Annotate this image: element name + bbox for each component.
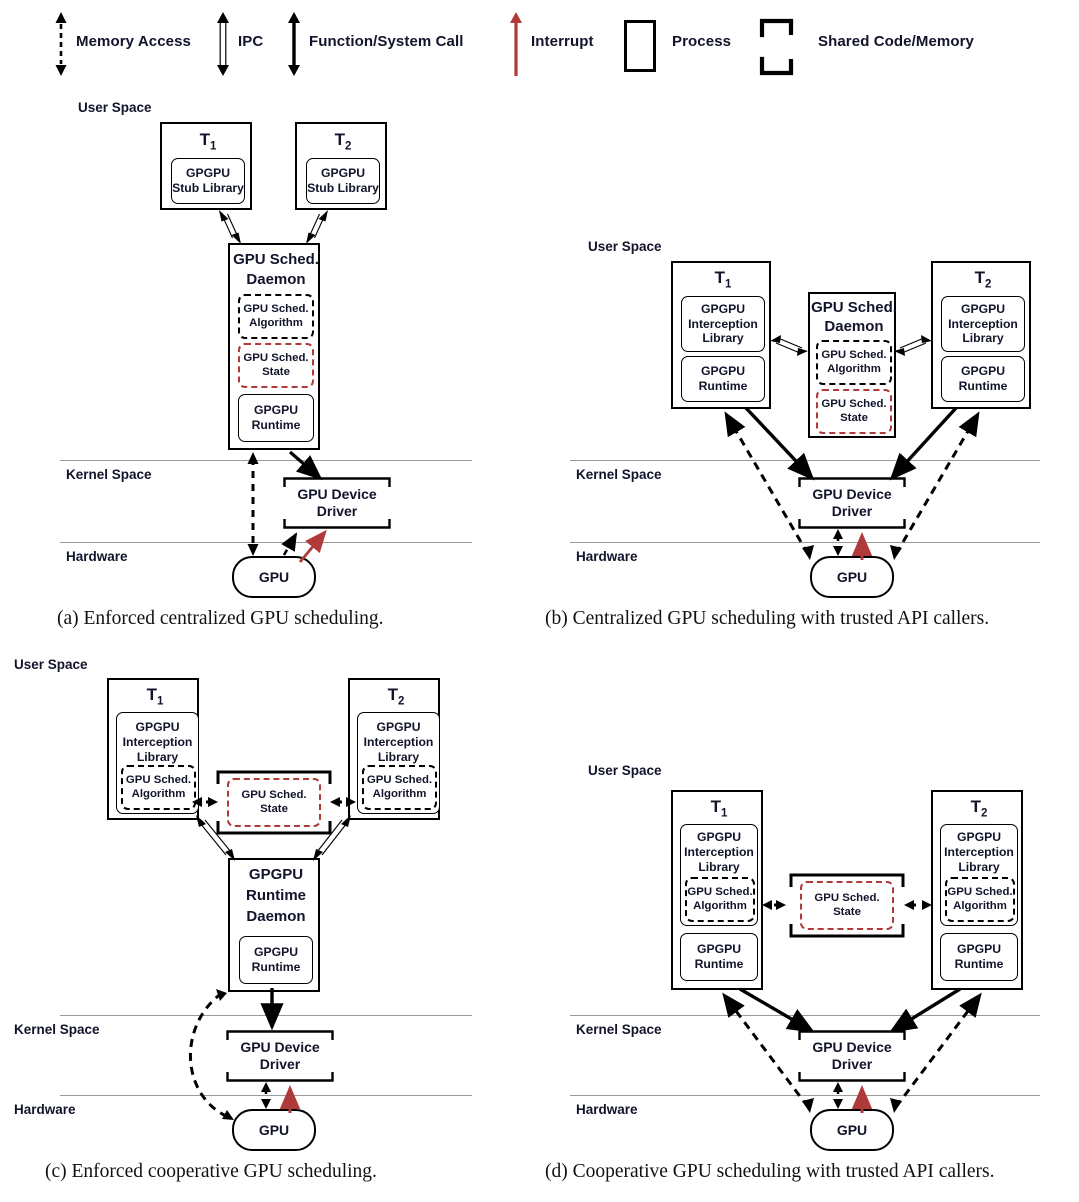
caption-d: (d) Cooperative GPU scheduling with trus…	[545, 1161, 995, 1182]
connection-arrows-b	[724, 335, 980, 560]
connection-arrows-c	[189, 797, 356, 1120]
driver-line-1-b: GPU Device	[812, 486, 892, 503]
legend: Memory Access IPC Function/System Call I…	[0, 0, 1079, 92]
driver-line-1-d: GPU Device	[812, 1039, 892, 1056]
dashed-double-arrow-icon	[55, 12, 67, 76]
figure-b: User Space T1 GPGPU Interception Library…	[540, 92, 1079, 637]
solid-rect-icon	[624, 20, 656, 72]
legend-label-function-system-call: Function/System Call	[309, 33, 464, 50]
solid-double-arrow-icon	[288, 12, 300, 76]
legend-label-process: Process	[672, 33, 732, 50]
legend-label-ipc: IPC	[238, 33, 264, 50]
connection-arrows-a	[247, 450, 327, 563]
legend-label-memory-access: Memory Access	[76, 33, 191, 50]
driver-line-1-c: GPU Device	[240, 1039, 320, 1056]
figure-a: User Space T1 GPGPU Stub Library T2 GPGP…	[0, 92, 540, 637]
hollow-double-arrow-icon	[217, 12, 229, 76]
driver-line-2-a: Driver	[316, 503, 358, 519]
caption-c: (c) Enforced cooperative GPU scheduling.	[45, 1161, 377, 1182]
driver-line-1-a: GPU Device	[297, 486, 377, 503]
connection-arrows-d	[722, 900, 982, 1113]
caption-b: (b) Centralized GPU scheduling with trus…	[545, 608, 990, 629]
legend-label-shared-code-memory: Shared Code/Memory	[818, 33, 975, 50]
driver-line-2-c: Driver	[259, 1056, 301, 1072]
legend-label-interrupt: Interrupt	[531, 33, 594, 50]
figure-c: User Space T1 GPGPU Interception Library…	[0, 645, 540, 1202]
driver-line-2-b: Driver	[831, 503, 873, 519]
driver-line-2-d: Driver	[831, 1056, 873, 1072]
corner-bracket-icon	[759, 18, 794, 76]
caption-a: (a) Enforced centralized GPU scheduling.	[57, 608, 384, 629]
figure-d: User Space T1 GPGPU Interception Library…	[540, 645, 1079, 1202]
red-up-arrow-icon	[510, 12, 522, 76]
